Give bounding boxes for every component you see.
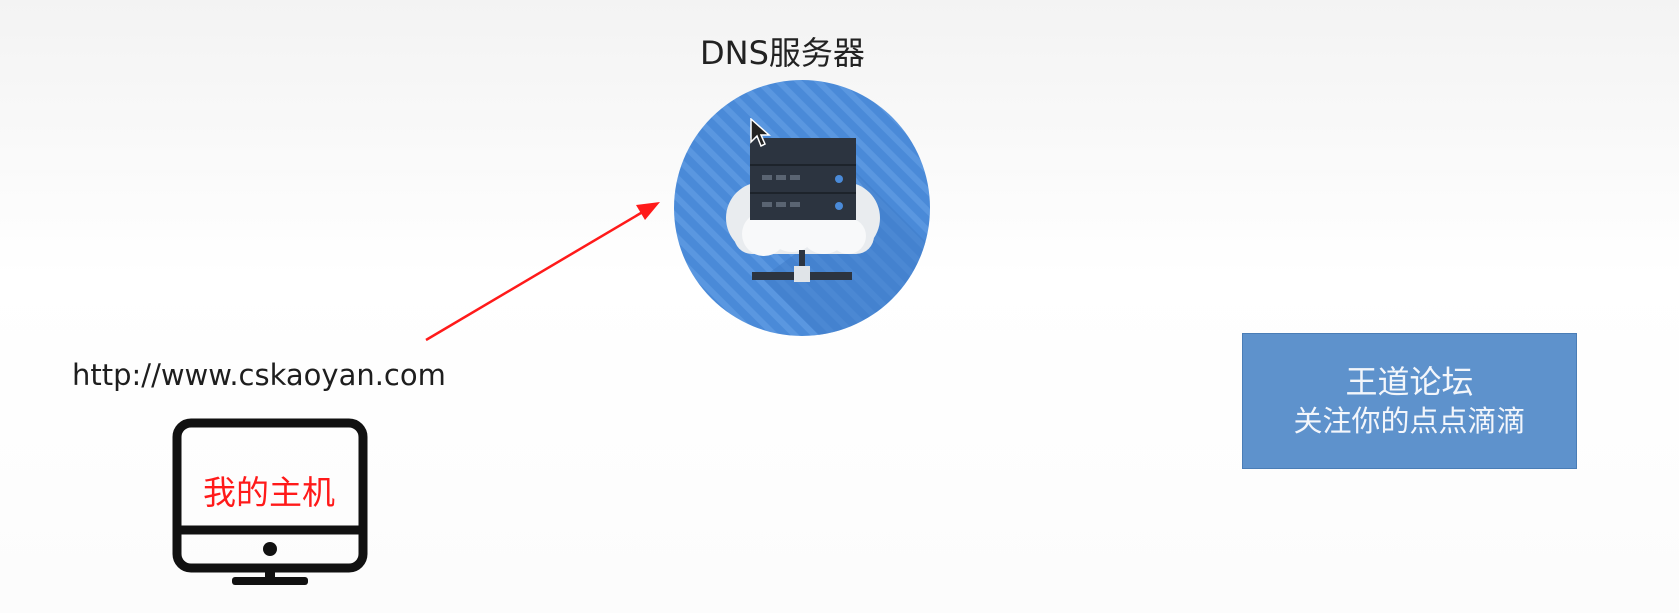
host-label: 我的主机 <box>203 473 335 512</box>
forum-subtitle: 关注你的点点滴滴 <box>1293 404 1526 438</box>
dns-server-label: DNS服务器 <box>700 34 865 72</box>
url-label: http://www.cskaoyan.com <box>72 358 446 392</box>
mouse-cursor-icon <box>750 118 771 148</box>
forum-watermark-badge: 王道论坛 关注你的点点滴滴 <box>1242 333 1577 469</box>
forum-title: 王道论坛 <box>1345 363 1474 401</box>
cloud-server-icon <box>674 80 930 336</box>
